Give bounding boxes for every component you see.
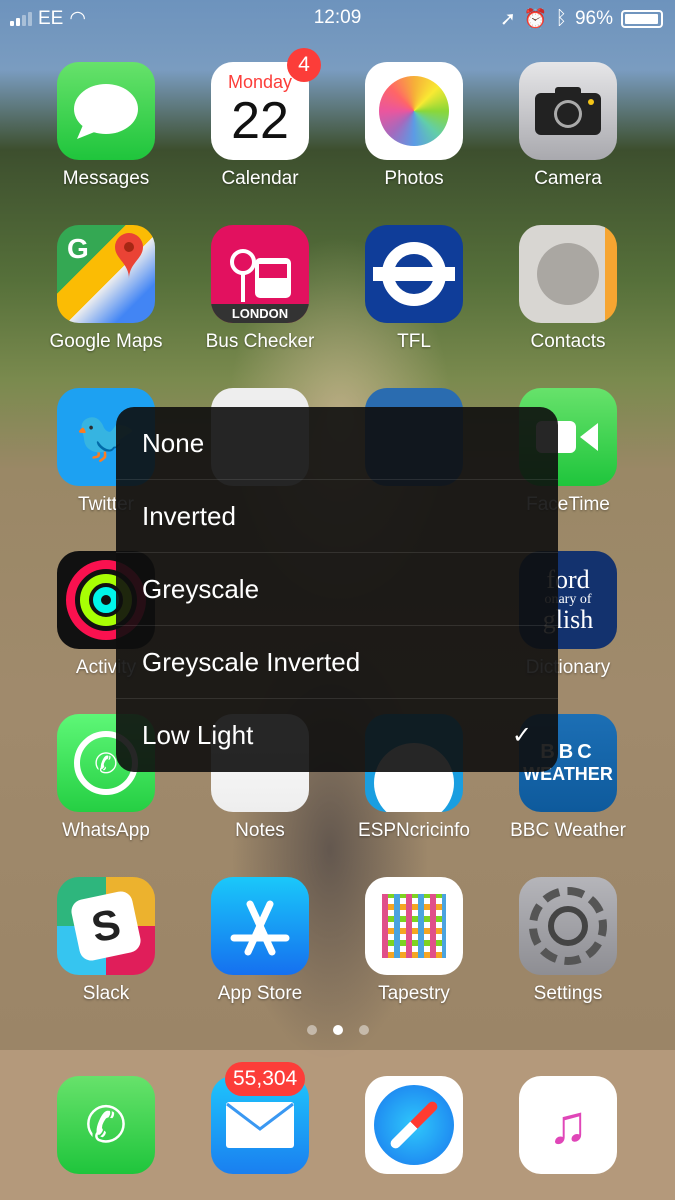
tapestry-icon	[365, 877, 463, 975]
option-label: Greyscale Inverted	[142, 646, 361, 677]
mail-badge: 55,304	[225, 1062, 306, 1096]
app-contacts[interactable]: Contacts	[491, 225, 645, 353]
page-dot[interactable]	[358, 1025, 369, 1035]
calendar-date: 22	[231, 92, 289, 150]
option-label: Greyscale	[142, 573, 260, 604]
settings-icon	[519, 877, 617, 975]
app-tfl[interactable]: TFL	[337, 225, 491, 353]
app-bus-checker[interactable]: LONDON Bus Checker	[183, 225, 337, 353]
page-dot-current[interactable]	[332, 1025, 343, 1035]
phone-icon: ✆	[57, 1076, 155, 1174]
app-slack[interactable]: S Slack	[29, 877, 183, 1005]
menu-option-inverted[interactable]: Inverted	[116, 480, 558, 553]
dock-mail[interactable]: 55,304	[183, 1062, 337, 1174]
menu-option-greyscale-inverted[interactable]: Greyscale Inverted	[116, 626, 558, 699]
safari-icon	[365, 1076, 463, 1174]
color-filter-menu: None Inverted Greyscale Greyscale Invert…	[116, 407, 558, 772]
location-icon: ➚	[499, 8, 516, 30]
slack-icon: S	[57, 877, 155, 975]
app-settings[interactable]: Settings	[491, 877, 645, 1005]
option-label: Low Light	[142, 720, 254, 750]
tfl-roundel-icon	[365, 225, 463, 323]
battery-icon	[621, 10, 663, 28]
google-maps-icon: G	[57, 225, 155, 323]
dock-music[interactable]: ♫	[491, 1076, 645, 1174]
dock-phone[interactable]: ✆	[29, 1076, 183, 1174]
menu-option-low-light[interactable]: Low Light ✓	[116, 699, 558, 772]
menu-option-greyscale[interactable]: Greyscale	[116, 553, 558, 626]
dock: ✆ 55,304 ♫	[0, 1050, 675, 1200]
app-google-maps[interactable]: G Google Maps	[29, 225, 183, 353]
app-photos[interactable]: Photos	[337, 62, 491, 190]
option-label: None	[142, 427, 205, 458]
status-bar: EE ◠ 12:09 ➚ ⏰ ᛒ 96%	[0, 0, 675, 36]
alarm-icon: ⏰	[523, 9, 548, 30]
page-dot[interactable]	[306, 1025, 317, 1035]
bus-checker-sub: LONDON	[211, 304, 309, 323]
app-messages[interactable]: Messages	[29, 62, 183, 190]
bluetooth-icon: ᛒ	[555, 8, 567, 29]
page-indicator[interactable]	[0, 1025, 675, 1035]
camera-icon	[519, 62, 617, 160]
app-tapestry[interactable]: Tapestry	[337, 877, 491, 1005]
calendar-badge: 4	[287, 48, 321, 82]
music-icon: ♫	[519, 1076, 617, 1174]
checkmark-icon: ✓	[511, 722, 532, 749]
app-app-store[interactable]: App Store	[183, 877, 337, 1005]
menu-option-none[interactable]: None	[116, 407, 558, 480]
contacts-icon	[519, 225, 617, 323]
messages-icon	[57, 62, 155, 160]
app-camera[interactable]: Camera	[491, 62, 645, 190]
calendar-day: Monday	[227, 72, 293, 92]
bus-checker-icon: LONDON	[211, 225, 309, 323]
option-label: Inverted	[142, 500, 236, 531]
app-calendar[interactable]: 4 Monday 22 Calendar	[183, 48, 337, 190]
app-store-icon	[211, 877, 309, 975]
battery-percent: 96%	[574, 8, 613, 29]
dock-safari[interactable]	[337, 1076, 491, 1174]
photos-icon	[365, 62, 463, 160]
